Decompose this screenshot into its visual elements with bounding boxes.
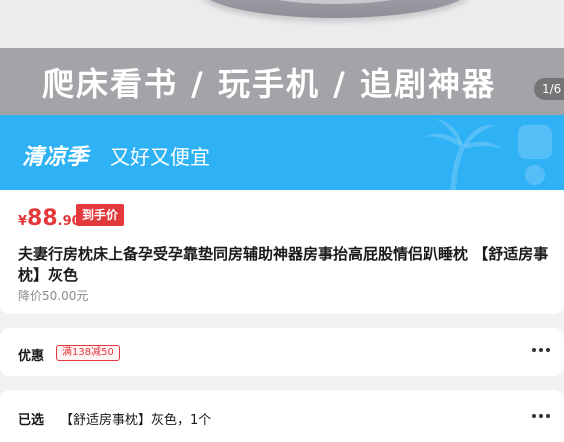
image-pager: 1/6 [534, 78, 564, 100]
more-icon[interactable] [532, 343, 552, 357]
offer-row[interactable]: 优惠 满138减50 [0, 328, 564, 376]
price: ¥88.90 [18, 206, 81, 231]
palm-tree-icon [424, 119, 552, 190]
product-title: 夫妻行房枕床上备孕受孕靠垫同房辅助神器房事抬高屁股情侣趴睡枕 【舒适房事枕】灰色 [18, 245, 549, 284]
price-reduction-note: 降价50.00元 [18, 289, 89, 303]
selected-value: 【舒适房事枕】灰色，1个 [60, 413, 212, 428]
promo-banner[interactable]: 清凉季 又好又便宜 [0, 115, 564, 190]
product-page: 爬床看书 / 玩手机 / 追剧神器 1/6 清凉季 又好又便宜 ¥88.90 到… [0, 0, 564, 442]
selected-spec-row[interactable]: 已选 【舒适房事枕】灰色，1个 [0, 390, 564, 442]
product-image-carousel[interactable]: 爬床看书 / 玩手机 / 追剧神器 1/6 [0, 0, 564, 115]
price-integer: 88 [27, 206, 58, 231]
coupon-badge: 满138减50 [56, 345, 120, 361]
promo-subtitle: 又好又便宜 [110, 145, 210, 169]
price-title-card: ¥88.90 到手价 夫妻行房枕床上备孕受孕靠垫同房辅助神器房事抬高屁股情侣趴睡… [0, 190, 564, 314]
offer-label: 优惠 [18, 349, 45, 364]
more-icon[interactable] [532, 409, 552, 423]
hero-headline: 爬床看书 / 玩手机 / 追剧神器 [42, 65, 496, 103]
promo-title: 清凉季 [22, 145, 89, 170]
price-symbol: ¥ [18, 214, 28, 229]
final-price-badge: 到手价 [76, 204, 125, 226]
selected-label: 已选 [18, 413, 45, 428]
